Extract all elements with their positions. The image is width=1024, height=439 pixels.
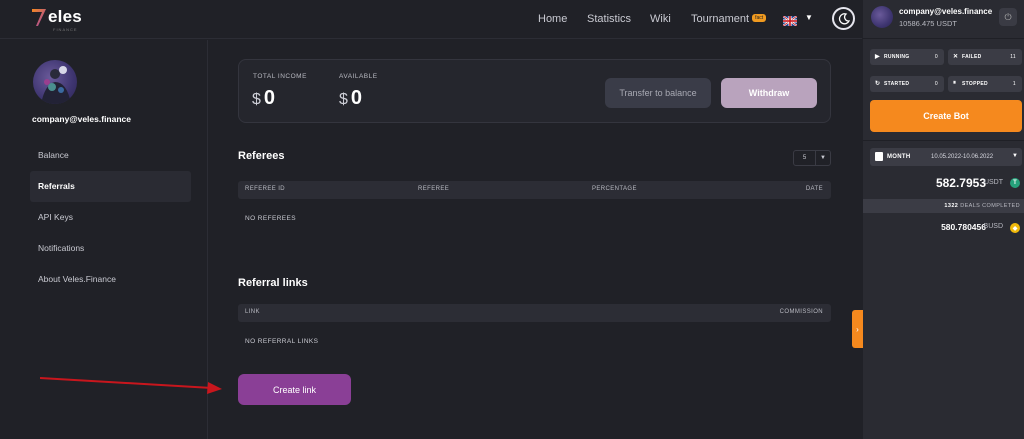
chevron-down-icon: ▼ — [1012, 153, 1018, 159]
bots-stopped-stat[interactable]: ⏸ STOPPED 1 — [948, 76, 1022, 92]
panel-toggle-button[interactable]: › — [852, 310, 863, 348]
tournament-badge: fact — [752, 14, 767, 23]
deals-completed-bar: 1322 DEALS COMPLETED — [863, 199, 1024, 213]
logout-button[interactable]: ⏻ — [999, 8, 1017, 26]
referees-table-header: REFEREE ID REFEREE PERCENTAGE DATE — [238, 181, 831, 199]
moon-icon — [838, 12, 850, 24]
available-value: $0 — [339, 87, 362, 110]
create-bot-button[interactable]: Create Bot — [870, 100, 1022, 132]
panel-avatar[interactable] — [871, 6, 893, 28]
nav-wiki[interactable]: Wiki — [650, 13, 671, 25]
available-currency: $ — [339, 91, 348, 108]
deals-completed-text: 1322 DEALS COMPLETED — [944, 203, 1020, 209]
column-referee-id[interactable]: REFEREE ID — [245, 186, 285, 192]
veles-logo[interactable]: eles FINANCE — [31, 7, 82, 33]
total-usdt-value: 582.7953 — [935, 176, 986, 190]
user-email: company@veles.finance — [32, 114, 131, 124]
total-usdt-row: 582.7953 USDT T — [863, 176, 1024, 190]
deals-label: DEALS COMPLETED — [960, 203, 1020, 209]
column-commission[interactable]: COMMISSION — [780, 309, 823, 315]
red-arrow-annotation — [40, 377, 222, 394]
period-select[interactable]: MONTH 10.05.2022-10.06.2022 ▼ — [870, 148, 1022, 166]
bots-failed-count: 11 — [1010, 54, 1016, 60]
referees-empty-state: NO REFEREES — [245, 215, 296, 222]
top-header: eles FINANCE Home Statistics Wiki Tourna… — [0, 0, 862, 39]
referees-page-size-select[interactable]: 5 ▼ — [793, 150, 831, 166]
pause-icon: ⏸ — [953, 80, 957, 86]
bots-running-count: 0 — [934, 54, 938, 60]
create-link-button[interactable]: Create link — [238, 374, 351, 405]
withdraw-button[interactable]: Withdraw — [721, 78, 817, 108]
calendar-icon — [875, 152, 883, 161]
total-income-label: TOTAL INCOME — [253, 73, 307, 80]
available-amount: 0 — [350, 87, 363, 109]
total-busd-value: 580.780456 — [941, 222, 986, 232]
bots-running-stat[interactable]: ▶ RUNNING 0 — [870, 49, 944, 65]
nav-tournament-label: Tournament — [691, 13, 750, 25]
sidebar-item-referrals[interactable]: Referrals — [30, 171, 191, 202]
referral-links-empty-state: NO REFERRAL LINKS — [245, 338, 319, 345]
bots-panel: company@veles.finance 10586.475 USDT ⏻ ▶… — [863, 0, 1024, 439]
bots-failed-label: FAILED — [962, 54, 982, 60]
total-usdt-currency: USDT — [983, 179, 1003, 186]
logo-text: eles — [48, 7, 82, 26]
language-dropdown-caret-icon[interactable]: ▼ — [805, 13, 813, 22]
avatar[interactable] — [33, 60, 77, 104]
referrals-main: TOTAL INCOME $0 AVAILABLE $0 Transfer to… — [209, 40, 862, 439]
power-icon: ⏻ — [1004, 11, 1012, 22]
sidebar-item-about[interactable]: About Veles.Finance — [30, 264, 191, 295]
close-icon: ✕ — [953, 54, 959, 60]
sidebar-item-balance[interactable]: Balance — [30, 140, 191, 171]
theme-toggle-button[interactable] — [832, 7, 855, 30]
nav-tournament[interactable]: Tournament fact — [691, 13, 767, 25]
bots-stopped-label: STOPPED — [962, 81, 988, 87]
divider — [863, 140, 1024, 141]
referees-title: Referees — [238, 150, 285, 162]
bots-failed-stat[interactable]: ✕ FAILED 11 — [948, 49, 1022, 65]
sidebar-item-notifications[interactable]: Notifications — [30, 233, 191, 264]
veles-logo-icon — [31, 7, 47, 27]
chevron-right-icon: › — [856, 324, 859, 334]
play-icon: ▶ — [875, 54, 880, 60]
panel-user-email: company@veles.finance — [899, 7, 993, 16]
column-date[interactable]: DATE — [806, 186, 823, 192]
logo-subtitle: FINANCE — [53, 27, 78, 32]
total-income-amount: 0 — [263, 87, 276, 109]
uk-flag-icon[interactable] — [782, 13, 798, 27]
referral-links-title: Referral links — [238, 277, 308, 289]
bots-started-stat[interactable]: ↻ STARTED 0 — [870, 76, 944, 92]
nav-statistics[interactable]: Statistics — [587, 13, 631, 25]
account-menu: Balance Referrals API Keys Notifications… — [30, 140, 191, 295]
column-link[interactable]: LINK — [245, 309, 260, 315]
available-label: AVAILABLE — [339, 73, 378, 80]
usdt-coin-icon: T — [1010, 178, 1020, 188]
total-income-value: $0 — [252, 87, 275, 110]
busd-coin-icon: ◆ — [1010, 223, 1020, 233]
column-referee[interactable]: REFEREE — [418, 186, 449, 192]
total-busd-row: 580.780456 BUSD ◆ — [863, 222, 1024, 234]
bots-started-label: STARTED — [884, 81, 910, 87]
divider — [863, 38, 1024, 39]
sidebar-item-api-keys[interactable]: API Keys — [30, 202, 191, 233]
refresh-icon: ↻ — [875, 81, 881, 87]
referral-links-table-header: LINK COMMISSION — [238, 304, 831, 322]
period-label: MONTH — [887, 154, 911, 160]
bots-running-label: RUNNING — [884, 54, 910, 60]
column-percentage[interactable]: PERCENTAGE — [592, 186, 637, 192]
income-card: TOTAL INCOME $0 AVAILABLE $0 Transfer to… — [238, 59, 831, 123]
transfer-to-balance-button[interactable]: Transfer to balance — [605, 78, 711, 108]
panel-user-balance: 10586.475 USDT — [899, 19, 957, 28]
bots-stopped-count: 1 — [1012, 81, 1016, 87]
deals-count: 1322 — [944, 203, 959, 209]
chevron-down-icon: ▼ — [820, 155, 826, 161]
period-range: 10.05.2022-10.06.2022 — [931, 154, 994, 160]
total-income-currency: $ — [252, 91, 261, 108]
total-busd-currency: BUSD — [983, 223, 1003, 230]
page-size-value: 5 — [794, 151, 816, 165]
nav-home[interactable]: Home — [538, 13, 567, 25]
bots-started-count: 0 — [934, 81, 938, 87]
